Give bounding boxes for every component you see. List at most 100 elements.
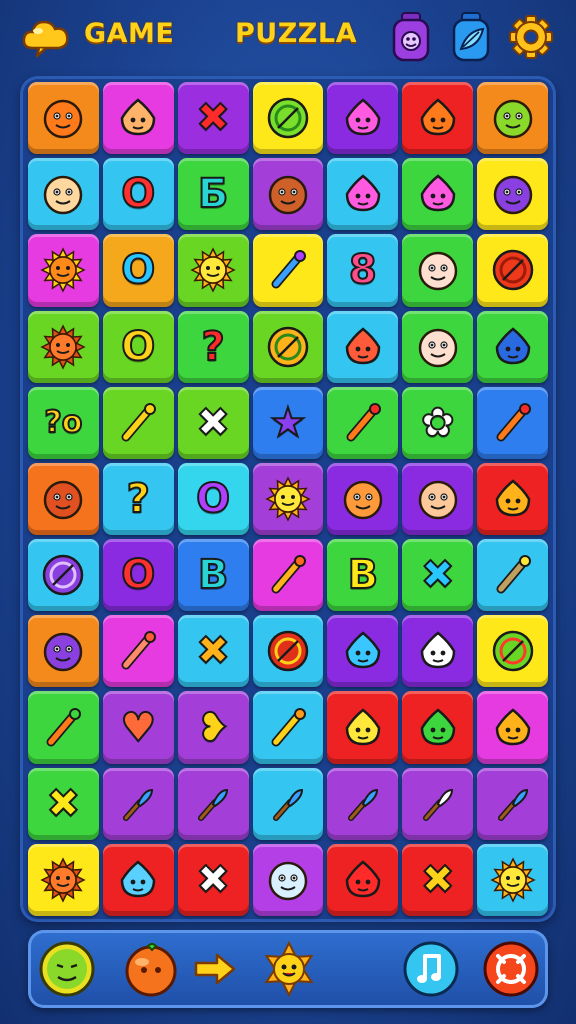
game-tile[interactable]: O [102, 539, 174, 612]
game-tile[interactable] [477, 158, 548, 231]
clock-disc-icon [489, 627, 537, 675]
game-tile[interactable] [252, 158, 324, 231]
game-tile[interactable] [177, 767, 249, 840]
game-tile[interactable] [327, 82, 399, 155]
game-tile[interactable] [477, 386, 548, 459]
game-tile[interactable] [102, 767, 174, 840]
game-tile[interactable] [102, 82, 174, 155]
game-tile[interactable]: ✿ [402, 386, 474, 459]
game-tile[interactable] [327, 691, 399, 764]
paintbrush-icon [343, 784, 383, 824]
cloud-icon[interactable] [20, 12, 72, 60]
game-tile[interactable] [477, 615, 548, 688]
game-tile[interactable] [327, 310, 399, 383]
game-tile[interactable] [402, 310, 474, 383]
sun-face-icon [488, 855, 538, 905]
game-tile[interactable]: ✖ [177, 843, 249, 916]
arrow-right-icon[interactable] [190, 946, 240, 992]
game-tile[interactable] [477, 82, 548, 155]
game-tile[interactable] [327, 843, 399, 916]
game-tile[interactable] [102, 615, 174, 688]
target-icon[interactable] [480, 938, 542, 1000]
matchstick-icon [339, 399, 387, 447]
game-tile[interactable] [28, 462, 99, 536]
game-tile[interactable] [327, 462, 399, 536]
game-tile[interactable]: B [327, 539, 399, 612]
game-tile[interactable] [252, 310, 324, 383]
game-tile[interactable] [252, 82, 324, 155]
game-tile[interactable] [477, 767, 548, 840]
game-tile[interactable]: ? [102, 462, 174, 536]
game-tile[interactable] [28, 310, 99, 383]
game-tile[interactable]: Б [177, 158, 249, 231]
game-tile[interactable]: ❥ [177, 691, 249, 764]
game-tile[interactable] [252, 843, 324, 916]
game-tile[interactable] [177, 234, 249, 307]
game-tile[interactable] [252, 767, 324, 840]
game-tile[interactable]: ?o [28, 386, 99, 459]
game-tile[interactable] [327, 158, 399, 231]
game-tile[interactable]: ✖ [177, 82, 249, 155]
game-tile[interactable] [402, 615, 474, 688]
game-tile[interactable] [327, 767, 399, 840]
game-tile[interactable] [477, 462, 548, 536]
music-note-icon[interactable] [400, 938, 462, 1000]
game-tile[interactable] [28, 691, 99, 764]
game-tile[interactable] [402, 158, 474, 231]
game-tile[interactable]: ✖ [28, 767, 99, 840]
game-tile[interactable]: ✖ [402, 539, 474, 612]
green-face-icon[interactable] [36, 938, 98, 1000]
game-tile[interactable] [28, 615, 99, 688]
game-tile[interactable]: O [177, 462, 249, 536]
paintbrush-icon [493, 784, 533, 824]
shield-gem-icon [339, 323, 387, 371]
game-tile[interactable] [402, 767, 474, 840]
game-tile[interactable] [102, 386, 174, 459]
game-tile[interactable] [327, 615, 399, 688]
game-tile[interactable]: 8 [327, 234, 399, 307]
sun-sprite-icon[interactable] [258, 938, 320, 1000]
cat-face-icon [39, 94, 87, 142]
game-tile[interactable] [252, 462, 324, 536]
game-tile[interactable] [402, 82, 474, 155]
game-tile[interactable] [327, 386, 399, 459]
game-tile[interactable] [28, 158, 99, 231]
game-tile[interactable]: B [177, 539, 249, 612]
capsule-pair-icon [339, 170, 387, 218]
gear-icon[interactable] [506, 12, 556, 62]
smiling-face-icon [264, 170, 312, 218]
orange-fruit-icon[interactable] [120, 938, 182, 1000]
game-tile[interactable]: O [102, 310, 174, 383]
game-tile[interactable] [477, 234, 548, 307]
game-tile[interactable] [477, 539, 548, 612]
water-drop-jar-icon[interactable] [446, 10, 496, 64]
game-tile[interactable] [28, 82, 99, 155]
paintbrush-icon [118, 784, 158, 824]
game-tile[interactable] [477, 691, 548, 764]
game-tile[interactable]: O [102, 234, 174, 307]
game-tile[interactable]: ✖ [177, 386, 249, 459]
game-tile[interactable] [402, 462, 474, 536]
potion-jar-icon[interactable] [386, 10, 436, 64]
game-tile[interactable]: ? [177, 310, 249, 383]
game-tile[interactable]: ✖ [402, 843, 474, 916]
capsule-icon [339, 94, 387, 142]
game-tile[interactable] [28, 843, 99, 916]
game-tile[interactable] [28, 234, 99, 307]
ring-icon: O [120, 247, 156, 294]
game-tile[interactable]: O [102, 158, 174, 231]
game-tile[interactable] [402, 234, 474, 307]
game-tile[interactable]: ✖ [177, 615, 249, 688]
game-tile[interactable] [28, 539, 99, 612]
game-tile[interactable] [252, 234, 324, 307]
game-tile[interactable]: ★ [252, 386, 324, 459]
game-tile[interactable] [477, 310, 548, 383]
game-tile[interactable] [252, 615, 324, 688]
game-tile[interactable] [252, 539, 324, 612]
compass-disc-icon [264, 323, 312, 371]
game-tile[interactable] [252, 691, 324, 764]
game-tile[interactable] [402, 691, 474, 764]
game-tile[interactable] [102, 843, 174, 916]
game-tile[interactable]: ♥ [102, 691, 174, 764]
game-tile[interactable] [477, 843, 548, 916]
